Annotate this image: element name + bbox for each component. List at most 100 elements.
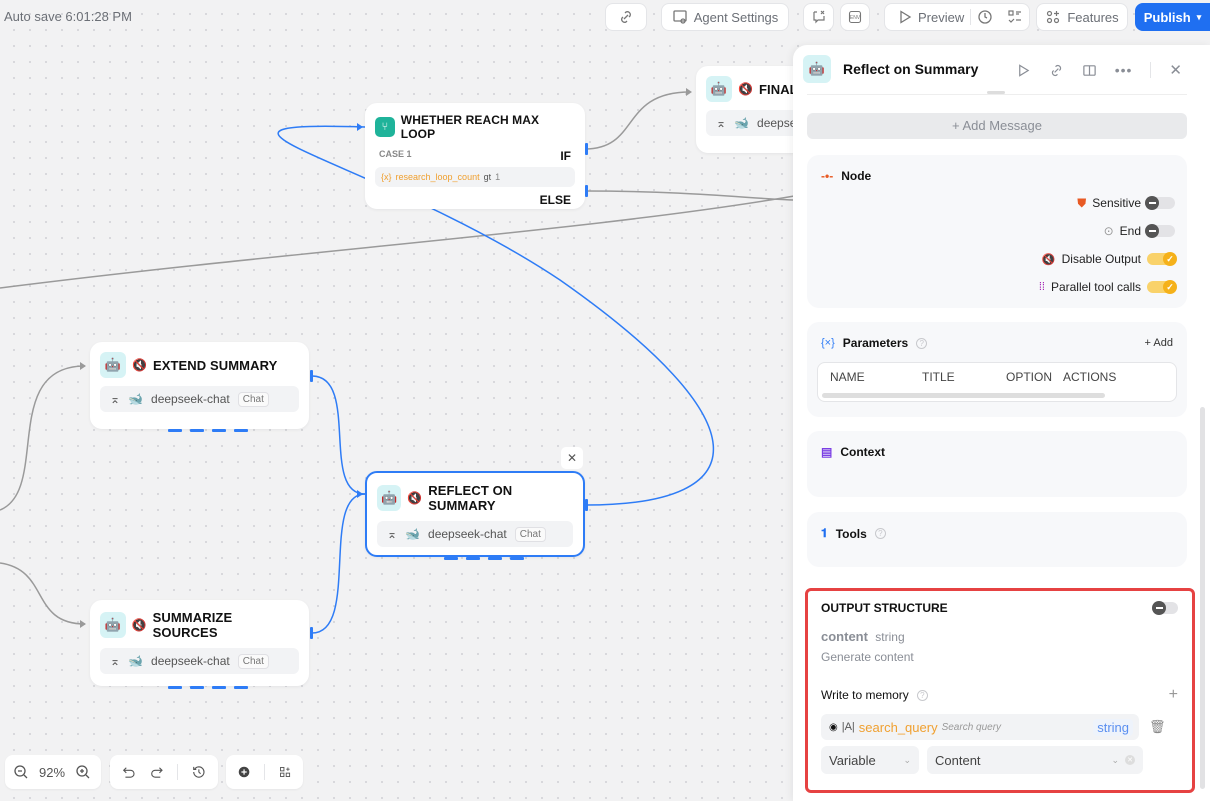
add-controls: [226, 755, 303, 789]
model-selector[interactable]: ⌅ 🐋 deepseek-chat Chat: [377, 521, 573, 547]
zoom-in-icon[interactable]: [75, 764, 91, 780]
shield-icon: ⛊: [1077, 195, 1087, 210]
model-type-chip: Chat: [514, 526, 546, 542]
node-drag-bar[interactable]: [444, 557, 524, 560]
delete-node-close-icon[interactable]: ✕: [561, 447, 583, 469]
env-button[interactable]: ENV: [840, 3, 870, 31]
write-memory-label: Write to memory: [821, 688, 909, 702]
else-handle[interactable]: [585, 185, 588, 197]
svg-text:ENV: ENV: [850, 15, 861, 21]
features-label: Features: [1067, 9, 1119, 25]
more-icon[interactable]: •••: [1115, 62, 1133, 78]
history-controls: [110, 755, 218, 789]
node-drag-bar[interactable]: [168, 429, 248, 432]
toggle-label: Sensitive: [1092, 196, 1141, 210]
output-handle[interactable]: [310, 370, 313, 382]
help-icon[interactable]: ?: [874, 528, 886, 539]
section-title: Tools: [835, 526, 867, 541]
section-title: Node: [841, 169, 872, 183]
end-toggle[interactable]: [1145, 224, 1175, 238]
settings-panel-icon: [673, 10, 687, 24]
horizontal-scrollbar[interactable]: [822, 393, 1105, 398]
add-block-icon[interactable]: [279, 764, 291, 780]
column-header: TITLE: [922, 370, 955, 384]
section-title: OUTPUT STRUCTURE: [821, 601, 948, 615]
condition-value: 1: [495, 172, 501, 182]
checklist-icon[interactable]: [1007, 9, 1023, 25]
condition-variable: research_loop_count: [395, 172, 480, 182]
field-name: content: [821, 629, 868, 644]
toggle-label: Parallel tool calls: [1050, 280, 1141, 294]
sensitive-toggle[interactable]: [1145, 196, 1175, 210]
model-name: deepseek-chat: [428, 527, 507, 541]
output-handle[interactable]: [585, 499, 588, 511]
agent-settings-label: Agent Settings: [693, 9, 779, 25]
node-drag-bar[interactable]: [168, 686, 248, 689]
edge-blue: [311, 375, 366, 495]
robot-icon: 🤖: [100, 352, 126, 378]
output-handle[interactable]: [310, 627, 313, 639]
robot-icon: 🤖: [803, 55, 831, 83]
add-memory-plus-icon[interactable]: +: [1169, 686, 1178, 704]
robot-icon: 🤖: [100, 612, 126, 638]
output-structure-toggle[interactable]: [1152, 601, 1178, 615]
toggle-label: End: [1119, 224, 1141, 238]
preview-button[interactable]: Preview: [897, 9, 964, 25]
help-icon[interactable]: ?: [916, 337, 928, 349]
source-value-select[interactable]: Content ⌄ ✕: [927, 746, 1143, 774]
edge-gray: [584, 91, 691, 150]
close-icon[interactable]: ✕: [1169, 61, 1182, 79]
undo-icon[interactable]: [122, 764, 136, 780]
summarize-sources-node[interactable]: 🤖 🔇 SUMMARIZE SOURCES ⌅ 🐋 deepseek-chat …: [90, 600, 309, 686]
model-selector[interactable]: ⌅ 🐋 deepseek-chat Chat: [100, 386, 299, 412]
play-icon: [900, 10, 912, 24]
version-history-icon[interactable]: [192, 764, 206, 780]
clear-icon[interactable]: ✕: [1125, 755, 1135, 765]
deepseek-icon: 🐋: [128, 392, 144, 406]
add-parameter-button[interactable]: + Add: [1145, 337, 1173, 349]
add-message-button[interactable]: + Add Message: [807, 113, 1187, 139]
zoom-out-icon[interactable]: [13, 764, 29, 780]
disable-output-toggle[interactable]: [1147, 252, 1177, 266]
trash-icon[interactable]: 🗑: [1149, 719, 1166, 735]
publish-button[interactable]: Publish ▾: [1135, 3, 1210, 31]
model-name: deepseek-chat: [151, 654, 230, 668]
collapse-icon: ⌅: [716, 116, 727, 130]
redo-icon[interactable]: [150, 764, 164, 780]
model-selector[interactable]: ⌅ 🐋 deepseek-chat Chat: [100, 648, 299, 674]
add-node-icon[interactable]: [238, 764, 250, 780]
chevron-down-icon: ⌄: [1111, 754, 1119, 765]
parameters-section: {×} Parameters ? + Add NAME TITLE OPTION…: [807, 322, 1187, 417]
mute-icon: 🔇: [1041, 253, 1056, 266]
model-selector[interactable]: ⌅ 🐋 deepse: [706, 110, 806, 136]
model-name: deepse: [757, 116, 797, 130]
source-type-select[interactable]: Variable ⌄: [821, 746, 919, 774]
agent-settings-button[interactable]: Agent Settings: [661, 3, 789, 31]
model-type-chip: Chat: [237, 653, 269, 669]
resize-handle[interactable]: [987, 91, 1005, 94]
panel-scrollbar[interactable]: [1200, 407, 1205, 789]
node-title: SUMMARIZE SOURCES: [152, 610, 233, 640]
reflect-on-summary-node[interactable]: 🤖 🔇 REFLECT ON SUMMARY ⌅ 🐋 deepseek-chat…: [365, 471, 585, 557]
memory-variable-field[interactable]: ◉ |A| search_query Search query string: [821, 714, 1139, 740]
run-icon[interactable]: [1016, 63, 1031, 78]
link-icon[interactable]: [1049, 63, 1064, 78]
link-icon: [621, 11, 631, 23]
condition-node[interactable]: ⑂ WHETHER REACH MAX LOOP CASE 1 IF {x} r…: [365, 103, 585, 209]
robot-icon: 🤖: [377, 485, 402, 511]
docs-book-icon[interactable]: [1082, 63, 1097, 78]
parallel-tool-calls-toggle[interactable]: [1147, 280, 1177, 294]
divider: [970, 9, 972, 25]
features-button[interactable]: Features: [1036, 3, 1128, 31]
extend-summary-node[interactable]: 🤖 🔇 EXTEND SUMMARY ⌅ 🐋 deepseek-chat Cha…: [90, 342, 309, 429]
if-handle[interactable]: [585, 143, 588, 155]
condition-operator: gt: [483, 172, 492, 182]
column-header: NAME: [830, 370, 865, 384]
link-button[interactable]: [605, 3, 647, 31]
variables-button[interactable]: [803, 3, 834, 31]
run-history-icon[interactable]: [977, 9, 993, 25]
toggle-row-parallel: ⁞⁞ Parallel tool calls: [807, 273, 1187, 301]
select-value: Variable: [829, 752, 876, 768]
output-structure-section: OUTPUT STRUCTURE content string Generate…: [805, 588, 1195, 793]
help-icon[interactable]: ?: [916, 689, 928, 701]
